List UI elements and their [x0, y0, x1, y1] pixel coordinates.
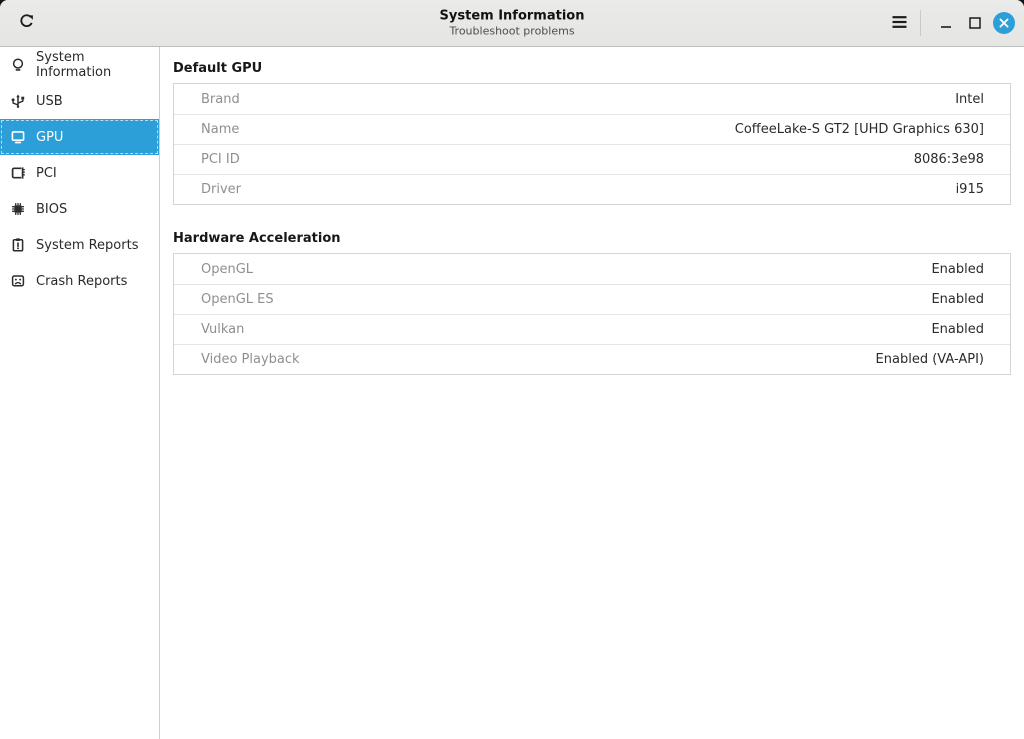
- maximize-button[interactable]: [962, 10, 988, 36]
- table-row: Driver i915: [174, 174, 1010, 204]
- hamburger-menu-icon: [891, 14, 908, 33]
- refresh-icon: [18, 13, 35, 34]
- display-icon: [10, 129, 26, 145]
- info-section: Default GPU Brand Intel Name CoffeeLake-…: [173, 61, 1011, 205]
- row-value: CoffeeLake-S GT2 [UHD Graphics 630]: [735, 122, 984, 137]
- titlebar-title-block: System Information Troubleshoot problems: [440, 9, 585, 38]
- sidebar-item-label: USB: [36, 94, 63, 109]
- info-table: Brand Intel Name CoffeeLake-S GT2 [UHD G…: [173, 83, 1011, 205]
- sidebar-item-label: PCI: [36, 166, 57, 181]
- sidebar-item-label: Crash Reports: [36, 274, 127, 289]
- row-value: Enabled: [931, 292, 984, 307]
- pci-card-icon: [10, 165, 26, 181]
- sidebar-item-label: GPU: [36, 130, 63, 145]
- sidebar-item-label: System Information: [36, 50, 153, 80]
- maximize-icon: [969, 14, 981, 33]
- lightbulb-icon: [10, 57, 26, 73]
- sidebar-item-system-information[interactable]: System Information: [0, 47, 159, 83]
- sidebar: System Information USB GPU PCI BIOS Syst…: [0, 47, 160, 739]
- crash-face-icon: [10, 273, 26, 289]
- sidebar-item-usb[interactable]: USB: [0, 83, 159, 119]
- row-value: Intel: [955, 92, 984, 107]
- row-label: PCI ID: [201, 152, 240, 167]
- section-title: Hardware Acceleration: [173, 231, 1011, 246]
- usb-icon: [10, 93, 26, 109]
- sidebar-item-bios[interactable]: BIOS: [0, 191, 159, 227]
- row-label: Name: [201, 122, 239, 137]
- table-row: OpenGL Enabled: [174, 254, 1010, 284]
- row-label: Brand: [201, 92, 240, 107]
- window-controls: [884, 8, 1024, 38]
- main-content: Default GPU Brand Intel Name CoffeeLake-…: [160, 47, 1024, 739]
- sidebar-item-label: BIOS: [36, 202, 67, 217]
- chip-icon: [10, 201, 26, 217]
- row-label: Video Playback: [201, 352, 300, 367]
- row-value: Enabled: [931, 262, 984, 277]
- table-row: Vulkan Enabled: [174, 314, 1010, 344]
- row-value: Enabled (VA-API): [876, 352, 984, 367]
- row-label: OpenGL: [201, 262, 253, 277]
- close-button[interactable]: [991, 10, 1017, 36]
- sidebar-item-gpu[interactable]: GPU: [0, 119, 159, 155]
- minimize-icon: [940, 14, 952, 33]
- sidebar-item-system-reports[interactable]: System Reports: [0, 227, 159, 263]
- table-row: PCI ID 8086:3e98: [174, 144, 1010, 174]
- row-value: i915: [956, 182, 984, 197]
- table-row: Brand Intel: [174, 84, 1010, 114]
- row-label: OpenGL ES: [201, 292, 274, 307]
- row-label: Vulkan: [201, 322, 244, 337]
- sidebar-item-crash-reports[interactable]: Crash Reports: [0, 263, 159, 299]
- info-section: Hardware Acceleration OpenGL Enabled Ope…: [173, 231, 1011, 375]
- table-row: Name CoffeeLake-S GT2 [UHD Graphics 630]: [174, 114, 1010, 144]
- close-icon: [993, 12, 1015, 34]
- info-table: OpenGL Enabled OpenGL ES Enabled Vulkan …: [173, 253, 1011, 375]
- controls-separator: [920, 10, 921, 36]
- row-value: 8086:3e98: [914, 152, 984, 167]
- window-subtitle: Troubleshoot problems: [440, 25, 585, 38]
- menu-button[interactable]: [884, 8, 914, 38]
- window-title: System Information: [440, 9, 585, 24]
- system-information-window: System Information Troubleshoot problems: [0, 0, 1024, 739]
- titlebar: System Information Troubleshoot problems: [0, 0, 1024, 47]
- sidebar-item-label: System Reports: [36, 238, 138, 253]
- table-row: Video Playback Enabled (VA-API): [174, 344, 1010, 374]
- row-value: Enabled: [931, 322, 984, 337]
- app-body: System Information USB GPU PCI BIOS Syst…: [0, 47, 1024, 739]
- refresh-button[interactable]: [11, 8, 41, 38]
- minimize-button[interactable]: [933, 10, 959, 36]
- table-row: OpenGL ES Enabled: [174, 284, 1010, 314]
- clipboard-alert-icon: [10, 237, 26, 253]
- section-title: Default GPU: [173, 61, 1011, 76]
- sidebar-item-pci[interactable]: PCI: [0, 155, 159, 191]
- row-label: Driver: [201, 182, 241, 197]
